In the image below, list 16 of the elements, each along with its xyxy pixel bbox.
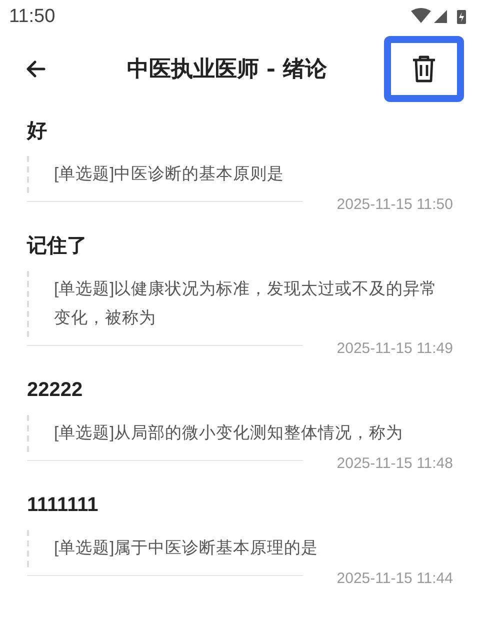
status-time: 11:50 <box>9 4 56 29</box>
question-text[interactable]: [单选题]以健康状况为标准，发现太过或不及的异常变化，被称为 <box>54 275 453 333</box>
note-timestamp: 2025-11-15 11:48 <box>336 454 453 474</box>
note-timestamp: 2025-11-15 11:49 <box>336 339 453 359</box>
question-text[interactable]: [单选题]属于中医诊断基本原理的是 <box>54 534 453 563</box>
trash-icon <box>410 55 437 83</box>
note-text: 1111111 <box>27 493 100 518</box>
page-title: 中医执业医师 - 绪论 <box>126 54 328 84</box>
question-text[interactable]: [单选题]从局部的微小变化测知整体情况，称为 <box>54 419 453 448</box>
note-timestamp: 2025-11-15 11:50 <box>336 195 453 215</box>
note-timestamp: 2025-11-15 11:44 <box>336 569 453 589</box>
note-text: 好 <box>27 119 48 144</box>
note-text: 记住了 <box>27 234 88 259</box>
delete-button[interactable] <box>384 36 464 102</box>
question-text[interactable]: [单选题]中医诊断的基本原则是 <box>54 160 453 189</box>
note-text: 22222 <box>27 378 84 403</box>
